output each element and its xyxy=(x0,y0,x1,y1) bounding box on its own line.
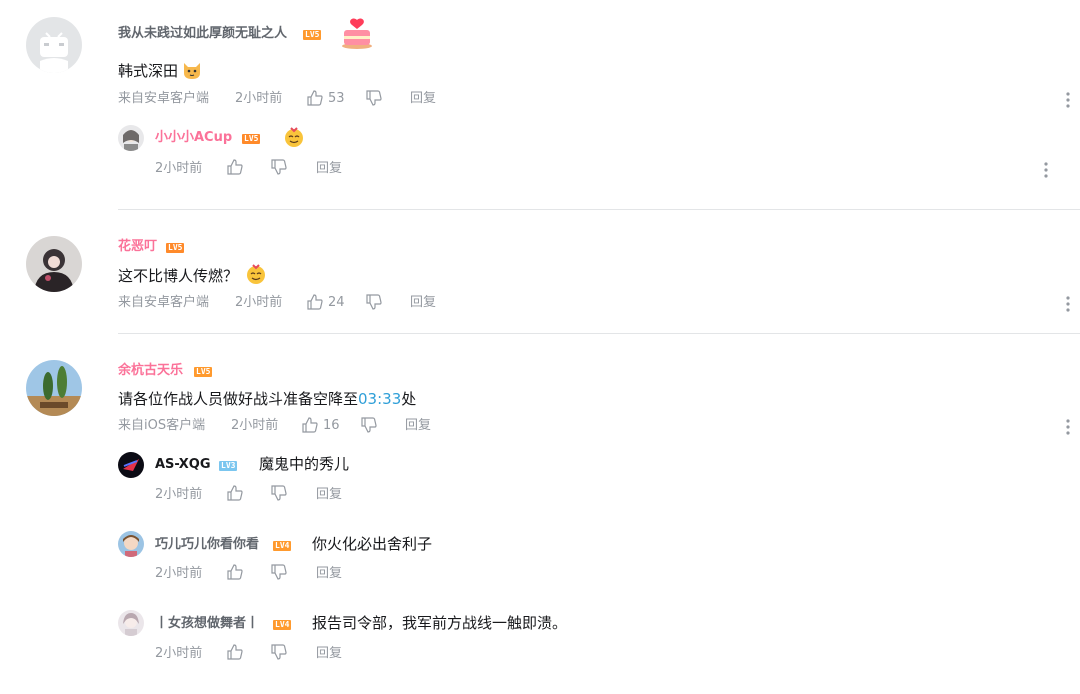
blush-emoji-icon xyxy=(283,126,305,148)
thumbs-up-icon[interactable] xyxy=(226,158,244,176)
timestamp-link[interactable]: 03:33 xyxy=(358,390,401,408)
like-count: 16 xyxy=(323,418,340,433)
avatar[interactable] xyxy=(118,125,144,151)
username[interactable]: 小小小ACup xyxy=(155,130,232,146)
thumbs-up-icon[interactable] xyxy=(301,416,319,434)
reply-time: 2小时前 xyxy=(155,161,203,176)
thumbs-up-icon[interactable] xyxy=(306,293,324,311)
thumbs-up-icon[interactable] xyxy=(306,89,324,107)
reply-text: 报告司令部，我军前方战线一触即溃。 xyxy=(312,614,568,632)
comment-source: 来自安卓客户端 xyxy=(118,295,210,310)
avatar[interactable] xyxy=(26,17,82,73)
username[interactable]: 余杭古天乐 xyxy=(118,363,183,379)
username[interactable]: 丨女孩想做舞者丨 xyxy=(155,616,259,632)
thumbs-down-icon[interactable] xyxy=(270,643,288,661)
username[interactable]: 花恶叮 xyxy=(118,239,157,255)
level-badge: LV3 xyxy=(219,461,238,471)
avatar[interactable] xyxy=(26,236,82,292)
comment-time: 2小时前 xyxy=(235,91,283,106)
reply-button[interactable]: 回复 xyxy=(405,418,431,434)
comment-time: 2小时前 xyxy=(235,295,283,310)
avatar[interactable] xyxy=(118,531,144,557)
more-dots-icon[interactable] xyxy=(1065,418,1071,436)
avatar[interactable] xyxy=(118,610,144,636)
reply-time: 2小时前 xyxy=(155,487,203,502)
level-badge: LV5 xyxy=(242,134,261,144)
thumbs-down-icon[interactable] xyxy=(360,416,378,434)
avatar[interactable] xyxy=(26,360,82,416)
thumbs-down-icon[interactable] xyxy=(270,158,288,176)
more-dots-icon[interactable] xyxy=(1065,295,1071,313)
reply-button[interactable]: 回复 xyxy=(410,91,436,107)
comment-text: 这不比博人传燃？ xyxy=(118,267,239,285)
reply-button[interactable]: 回复 xyxy=(316,566,342,582)
thumbs-down-icon[interactable] xyxy=(270,563,288,581)
comment-text: 韩式深田 xyxy=(118,62,179,80)
comment-text-suffix: 处 xyxy=(401,390,417,408)
like-count: 53 xyxy=(328,91,345,106)
more-dots-icon[interactable] xyxy=(1065,91,1071,109)
reply-button[interactable]: 回复 xyxy=(316,161,342,177)
divider xyxy=(118,333,1080,334)
thumbs-down-icon[interactable] xyxy=(270,484,288,502)
more-dots-icon[interactable] xyxy=(1043,161,1049,179)
reply-time: 2小时前 xyxy=(155,646,203,661)
username[interactable]: 我从未践过如此厚颜无耻之人 xyxy=(118,26,287,42)
level-badge: LV4 xyxy=(273,541,292,551)
thumbs-up-icon[interactable] xyxy=(226,563,244,581)
comment-text-prefix: 请各位作战人员做好战斗准备空降至 xyxy=(118,390,359,408)
level-badge: LV4 xyxy=(273,620,292,630)
thumbs-up-icon[interactable] xyxy=(226,484,244,502)
comment-source: 来自iOS客户端 xyxy=(118,418,206,433)
thumbs-down-icon[interactable] xyxy=(365,89,383,107)
level-badge: LV5 xyxy=(194,367,213,377)
level-badge: LV5 xyxy=(303,30,322,40)
comment-text: 请各位作战人员做好战斗准备空降至03:33处 xyxy=(118,389,416,409)
reply-button[interactable]: 回复 xyxy=(316,646,342,662)
reply-button[interactable]: 回复 xyxy=(316,487,342,503)
comment-time: 2小时前 xyxy=(231,418,279,433)
level-badge: LV5 xyxy=(166,243,185,253)
username[interactable]: AS-XQG xyxy=(155,457,211,473)
avatar[interactable] xyxy=(118,452,144,478)
username[interactable]: 巧儿巧儿你看你看 xyxy=(155,537,259,553)
cat-emoji-icon xyxy=(181,59,203,81)
thumbs-down-icon[interactable] xyxy=(365,293,383,311)
reply-time: 2小时前 xyxy=(155,566,203,581)
reply-text: 你火化必出舍利子 xyxy=(312,535,433,553)
divider xyxy=(118,209,1080,210)
thumbs-up-icon[interactable] xyxy=(226,643,244,661)
reply-text: 魔鬼中的秀儿 xyxy=(259,455,350,473)
blush-emoji-icon xyxy=(245,263,267,285)
comment-source: 来自安卓客户端 xyxy=(118,91,210,106)
reply-button[interactable]: 回复 xyxy=(410,295,436,311)
cake-emoji-icon xyxy=(340,16,374,50)
like-count: 24 xyxy=(328,295,345,310)
